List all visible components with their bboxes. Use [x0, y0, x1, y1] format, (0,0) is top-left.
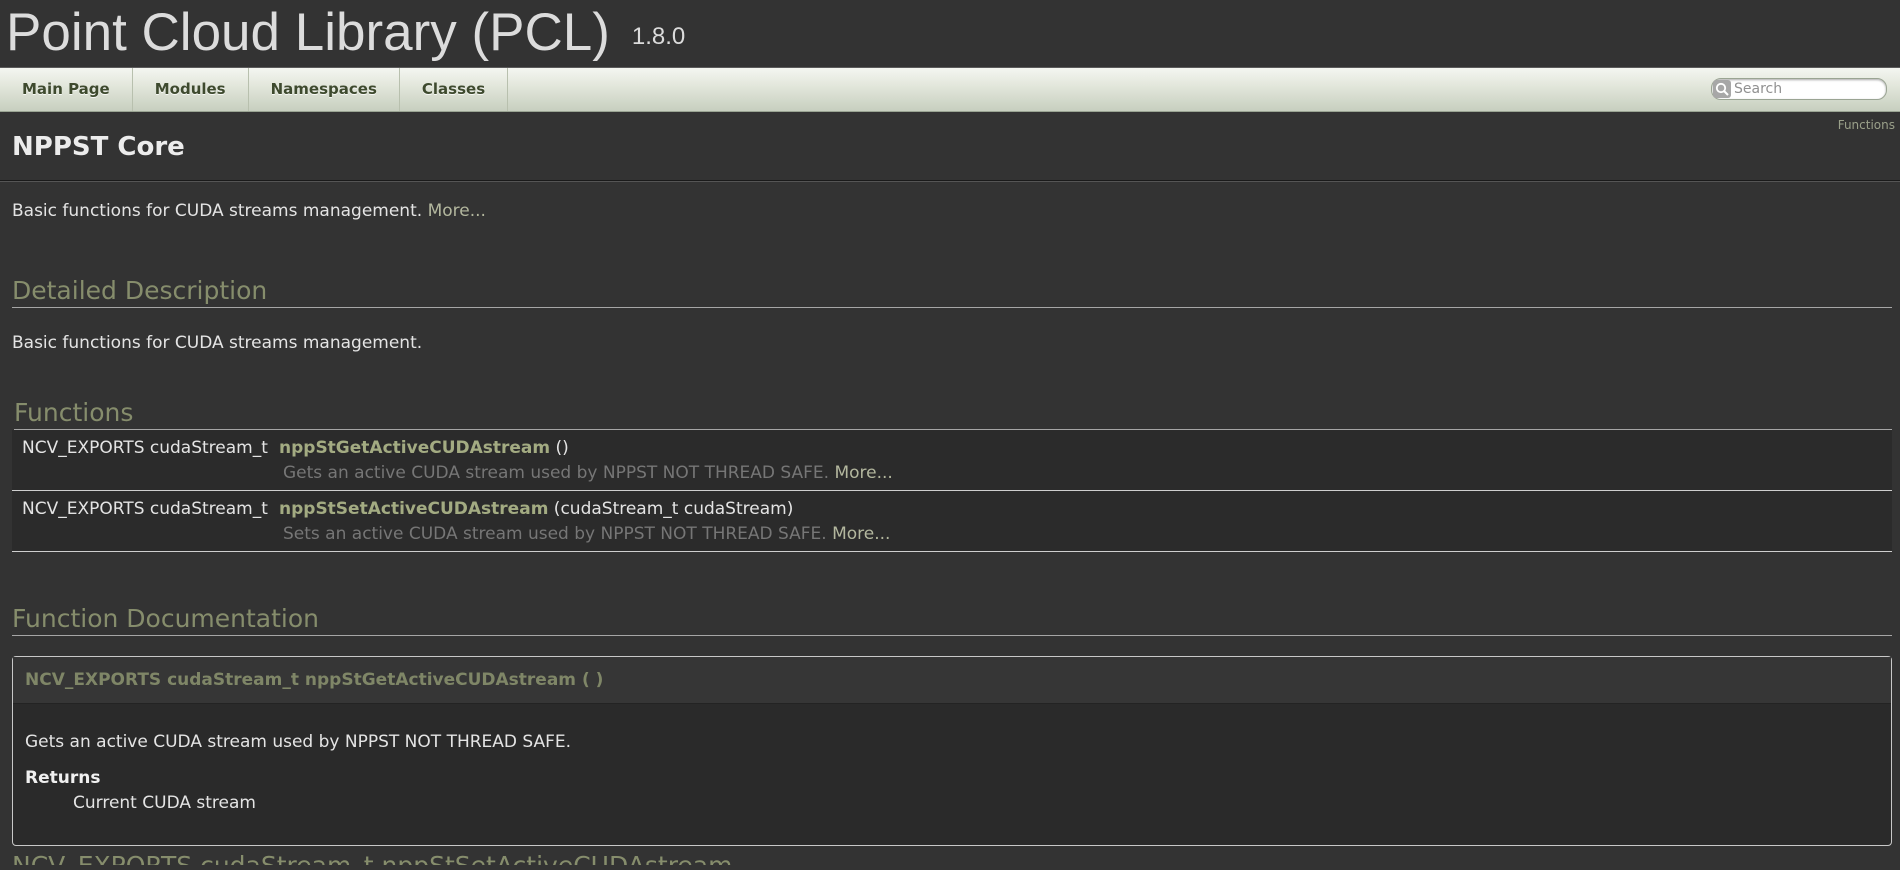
member-doc-text: Gets an active CUDA stream used by NPPST… [25, 732, 572, 752]
function-link[interactable]: nppStGetActiveCUDAstream [279, 438, 550, 458]
return-type: NCV_EXPORTS cudaStream_t [22, 499, 268, 519]
functions-table: NCV_EXPORTS cudaStream_t nppStGetActiveC… [12, 430, 1892, 552]
page-header: Functions NPPST Core [0, 112, 1900, 181]
brief-description: Basic functions for CUDA streams managem… [12, 201, 1892, 221]
function-link[interactable]: nppStSetActiveCUDAstream [279, 499, 548, 519]
function-more-link[interactable]: More... [834, 463, 892, 483]
member-doc: Gets an active CUDA stream used by NPPST… [13, 732, 1891, 813]
member-item: NCV_EXPORTS cudaStream_t nppStGetActiveC… [12, 656, 1892, 846]
brief-text: Basic functions for CUDA streams managem… [12, 201, 423, 221]
function-more-link[interactable]: More... [832, 524, 890, 544]
tab-classes[interactable]: Classes [400, 68, 509, 111]
function-description: Gets an active CUDA stream used by NPPST… [283, 463, 893, 483]
function-args: () [550, 438, 569, 458]
tab-namespaces[interactable]: Namespaces [249, 68, 400, 111]
tab-modules[interactable]: Modules [133, 68, 249, 111]
member-prototype: NCV_EXPORTS cudaStream_t nppStGetActiveC… [13, 657, 1891, 704]
summary-link-functions[interactable]: Functions [1838, 118, 1895, 132]
project-name-text: Point Cloud Library (PCL) [6, 3, 610, 62]
detailed-description-text: Basic functions for CUDA streams managem… [12, 333, 423, 353]
nav-tabs: Main Page Modules Namespaces Classes [0, 68, 1900, 112]
tab-main-page[interactable]: Main Page [0, 68, 133, 111]
next-member-prototype-partial: NCV_EXPORTS cudaStream_t nppStSetActiveC… [12, 851, 1892, 865]
returns-value: Current CUDA stream [73, 793, 256, 813]
page-title: NPPST Core [12, 132, 185, 162]
function-desc-text: Sets an active CUDA stream used by NPPST… [283, 524, 827, 544]
returns-label: Returns [25, 768, 101, 788]
functions-heading: Functions [14, 398, 1892, 430]
table-row: NCV_EXPORTS cudaStream_t nppStGetActiveC… [12, 430, 1892, 491]
detailed-description-heading: Detailed Description [12, 276, 1892, 308]
project-name: Point Cloud Library (PCL) 1.8.0 [6, 2, 685, 63]
function-args: (cudaStream_t cudaStream) [548, 499, 794, 519]
title-area: Point Cloud Library (PCL) 1.8.0 [0, 0, 1900, 68]
project-version: 1.8.0 [631, 23, 686, 50]
function-desc-text: Gets an active CUDA stream used by NPPST… [283, 463, 830, 483]
function-description: Sets an active CUDA stream used by NPPST… [283, 524, 890, 544]
contents: Basic functions for CUDA streams managem… [0, 201, 1900, 865]
search-icon[interactable] [1713, 80, 1731, 98]
brief-more-link[interactable]: More... [428, 201, 486, 221]
table-row: NCV_EXPORTS cudaStream_t nppStSetActiveC… [12, 491, 1892, 552]
search-input[interactable] [1734, 80, 1880, 97]
function-documentation-heading: Function Documentation [12, 604, 1892, 636]
return-type: NCV_EXPORTS cudaStream_t [22, 438, 268, 458]
search-box[interactable] [1711, 78, 1887, 100]
